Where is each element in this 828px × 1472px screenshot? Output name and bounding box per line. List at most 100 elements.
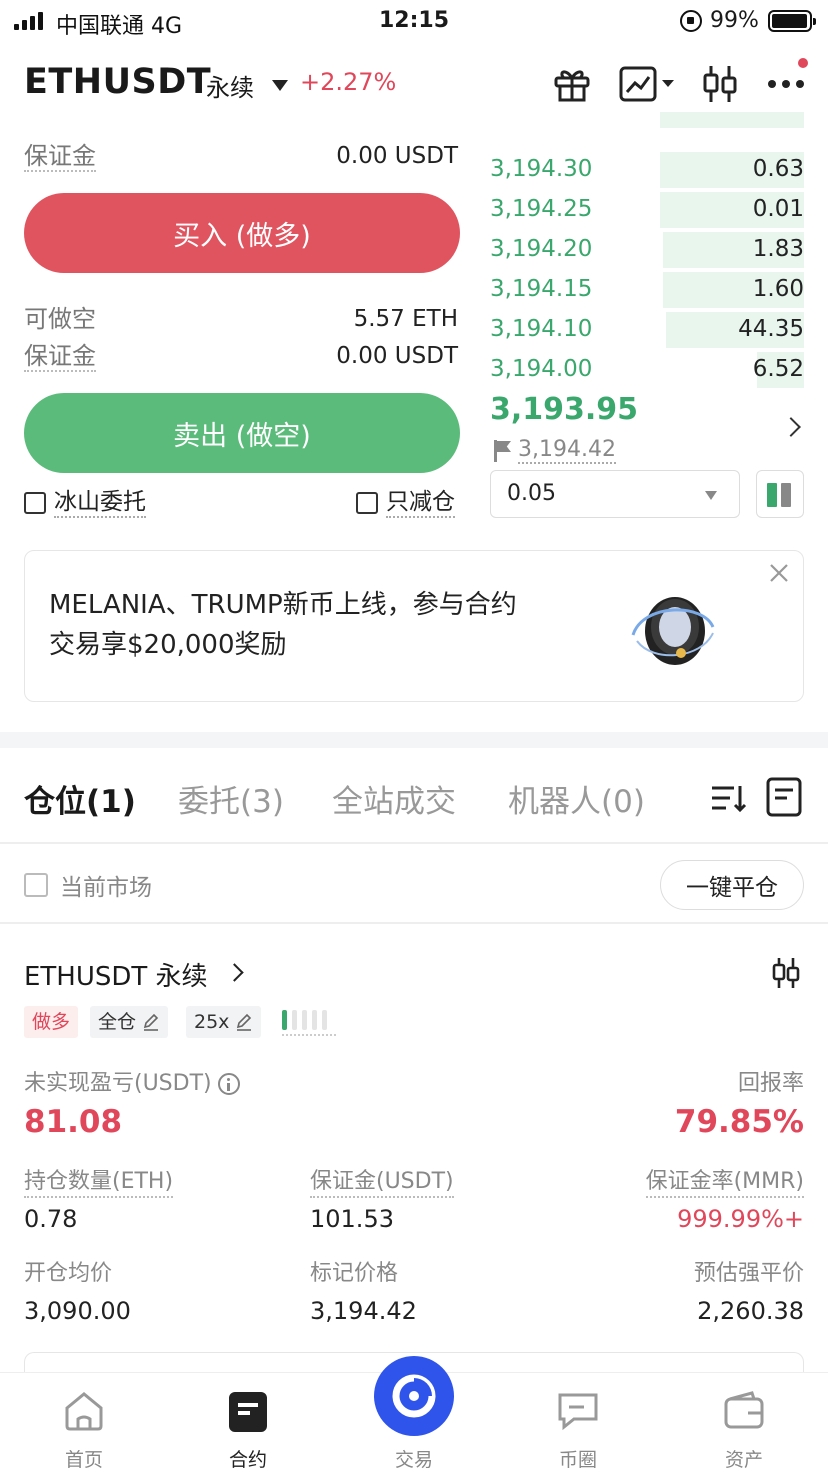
checkbox-box[interactable] <box>24 492 46 514</box>
risk-bar <box>282 1010 287 1030</box>
order-book-row[interactable]: 3,194.25 0.01 <box>490 190 804 230</box>
order-book-price: 3,194.10 <box>490 316 593 342</box>
reduce-only-label: 只减仓 <box>386 488 455 518</box>
checkbox-box[interactable] <box>356 492 378 514</box>
tab-market-trades[interactable]: 全站成交 <box>332 776 456 821</box>
position-tabs: 仓位(1) 委托(3) 全站成交 机器人(0) <box>0 770 828 830</box>
size-label: 持仓数量(ETH) <box>24 1168 174 1198</box>
home-icon <box>65 1392 103 1431</box>
chevron-down-icon <box>705 491 717 500</box>
nav-contract[interactable]: 合约 <box>188 1373 308 1472</box>
price-change: +2.27% <box>300 68 397 96</box>
order-book-qty: 6.52 <box>752 356 804 382</box>
risk-bar <box>312 1010 317 1030</box>
sort-icon[interactable] <box>708 778 748 818</box>
sell-short-button[interactable]: 卖出 (做空) <box>24 393 460 473</box>
chevron-right-icon[interactable] <box>781 417 801 437</box>
notification-dot <box>798 58 808 68</box>
trade-fab-button[interactable] <box>374 1356 454 1436</box>
nav-assets[interactable]: 资产 <box>684 1373 804 1472</box>
unrealized-pnl-label: 未实现盈亏(USDT) <box>24 1070 240 1098</box>
checkbox-box[interactable] <box>24 873 48 897</box>
depth-precision-select[interactable]: 0.05 <box>490 470 740 518</box>
current-market-label: 当前市场 <box>60 875 152 901</box>
contract-type[interactable]: 永续 <box>206 68 254 103</box>
risk-bar <box>322 1010 327 1030</box>
position-symbol[interactable]: ETHUSDT 永续 <box>24 956 208 993</box>
candlestick-icon[interactable] <box>700 64 740 104</box>
chevron-right-icon[interactable] <box>225 963 244 982</box>
order-book-qty: 1.83 <box>752 236 804 262</box>
liq-price-value: 2,260.38 <box>697 1297 804 1325</box>
short-available-value: 5.57 ETH <box>353 306 458 332</box>
order-book-row[interactable]: 3,194.20 1.83 <box>490 230 804 270</box>
candlestick-icon[interactable] <box>770 956 802 990</box>
roe-label: 回报率 <box>737 1071 804 1096</box>
mmr-value: 999.99%+ <box>677 1205 804 1233</box>
risk-level-indicator[interactable] <box>282 1010 327 1030</box>
liq-price-label: 预估强平价 <box>693 1261 804 1286</box>
nav-community[interactable]: 币圈 <box>518 1373 638 1472</box>
buy-margin-value: 0.00 USDT <box>336 143 458 169</box>
order-book-price: 3,194.15 <box>490 276 593 302</box>
depth-precision-value: 0.05 <box>507 481 556 506</box>
buy-margin-label: 保证金 <box>24 142 96 172</box>
nav-assets-label: 资产 <box>724 1449 763 1471</box>
margin-mode-tag[interactable]: 全仓 <box>90 1006 169 1038</box>
leverage-tag[interactable]: 25x <box>186 1006 262 1038</box>
order-book-row[interactable]: 3,194.00 6.52 <box>490 350 804 390</box>
risk-level-underline <box>282 1034 336 1036</box>
info-icon[interactable] <box>217 1073 240 1095</box>
roe-value: 79.85% <box>674 1104 804 1140</box>
reduce-only-checkbox[interactable]: 只减仓 <box>356 488 455 518</box>
buy-long-button[interactable]: 买入 (做多) <box>24 193 460 273</box>
sell-margin-value: 0.00 USDT <box>336 343 458 369</box>
close-icon[interactable] <box>767 561 791 585</box>
margin-value: 101.53 <box>310 1205 394 1233</box>
order-book-price: 3,194.20 <box>490 236 593 262</box>
chart-icon[interactable] <box>618 64 678 104</box>
current-market-filter[interactable]: 当前市场 <box>24 868 152 902</box>
edit-icon[interactable] <box>142 1013 160 1031</box>
flag-icon <box>494 440 512 462</box>
clock: 12:15 <box>378 8 450 33</box>
iceberg-label: 冰山委托 <box>54 488 146 518</box>
clipped-row: ▔ ▔ ▔ ▔ <box>24 118 97 128</box>
orderbook-layout-button[interactable] <box>756 470 804 518</box>
iceberg-checkbox[interactable]: 冰山委托 <box>24 488 146 518</box>
more-icon[interactable] <box>762 64 812 104</box>
margin-label: 保证金(USDT) <box>310 1168 454 1198</box>
symbol-title[interactable]: ETHUSDT <box>24 62 211 102</box>
order-book-row[interactable]: 3,194.15 1.60 <box>490 270 804 310</box>
tab-positions[interactable]: 仓位(1) <box>24 776 136 821</box>
document-icon[interactable] <box>764 776 804 818</box>
order-book-row[interactable]: 3,194.10 44.35 <box>490 310 804 350</box>
order-book-row[interactable]: 3,194.30 0.63 <box>490 150 804 190</box>
divider <box>0 922 828 924</box>
tab-bots[interactable]: 机器人(0) <box>508 776 645 821</box>
status-bar: 中国联通 4G 12:15 99% <box>0 0 828 44</box>
gift-icon[interactable] <box>552 64 592 104</box>
mark-price-value: 3,194.42 <box>310 1297 417 1325</box>
close-all-button[interactable]: 一键平仓 <box>660 860 804 910</box>
rotation-lock-icon <box>680 10 702 32</box>
chat-icon <box>558 1393 598 1431</box>
nav-home[interactable]: 首页 <box>24 1373 144 1472</box>
promo-banner[interactable]: MELANIA、TRUMP新币上线，参与合约 交易享$20,000奖励 <box>24 550 804 702</box>
mark-price: 3,194.42 <box>518 437 616 464</box>
last-price: 3,193.95 <box>490 392 639 427</box>
mark-price-label: 标记价格 <box>310 1261 399 1286</box>
mmr-label: 保证金率(MMR) <box>645 1168 804 1198</box>
divider <box>0 842 828 844</box>
tab-orders[interactable]: 委托(3) <box>178 776 284 821</box>
mark-price-row: 3,194.42 <box>494 438 616 464</box>
app-header: ETHUSDT 永续 +2.27% <box>0 52 828 118</box>
edit-icon[interactable] <box>235 1013 253 1031</box>
nav-trade-label: 交易 <box>394 1449 433 1471</box>
nav-home-label: 首页 <box>64 1449 103 1471</box>
order-book-qty: 1.60 <box>752 276 804 302</box>
symbol-dropdown-icon[interactable] <box>272 80 288 91</box>
order-book-qty: 0.01 <box>752 196 804 222</box>
order-book-price: 3,194.25 <box>490 196 593 222</box>
order-book-qty: 44.35 <box>738 316 804 342</box>
